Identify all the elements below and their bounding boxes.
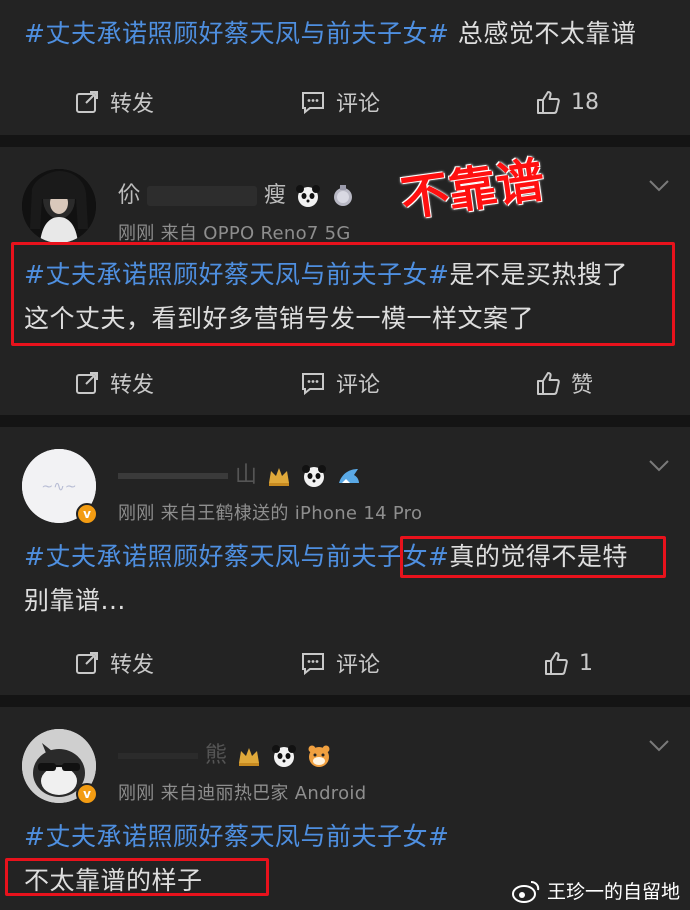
post-separator bbox=[0, 135, 690, 147]
chevron-down-icon[interactable] bbox=[648, 179, 670, 193]
post-0-actions: 转发 评论 18 bbox=[0, 82, 690, 122]
crown-badge-icon bbox=[239, 748, 260, 766]
post-2-actions: 转发 评论 1 bbox=[0, 643, 690, 683]
weibo-logo-icon bbox=[511, 880, 540, 903]
panda-badge-icon bbox=[296, 185, 321, 207]
comment-icon bbox=[302, 653, 324, 676]
post-separator bbox=[0, 695, 690, 707]
watermark-text: 王珍一的自留地 bbox=[546, 881, 680, 903]
post-0-body: 总感觉不太靠谱 bbox=[449, 19, 637, 48]
like-label: 赞 bbox=[571, 373, 594, 398]
post-1-actions: 转发 评论 赞 bbox=[0, 363, 690, 403]
post-3-header: v 熊 刚刚 来自迪丽热巴家 Android bbox=[0, 727, 690, 817]
like-count: 1 bbox=[579, 650, 593, 676]
repost-label: 转发 bbox=[110, 653, 155, 678]
thumbs-up-icon bbox=[545, 652, 568, 675]
repost-label: 转发 bbox=[110, 373, 155, 398]
comment-icon bbox=[302, 373, 324, 396]
highlight-box bbox=[11, 242, 675, 346]
shark-badge-icon bbox=[339, 469, 360, 483]
repost-icon bbox=[76, 372, 98, 394]
post-2-body-line2: 别靠谱... bbox=[24, 586, 126, 615]
like-button[interactable]: 18 bbox=[535, 82, 599, 122]
verified-badge-icon: v bbox=[76, 503, 98, 525]
post-2-header: ~∿~ v 山 刚刚 来自王鹤棣送的 iPhone 14 Pro bbox=[0, 447, 690, 537]
medal-badge-icon bbox=[334, 185, 353, 206]
highlight-box bbox=[5, 858, 269, 896]
comment-label: 评论 bbox=[336, 653, 381, 678]
repost-button[interactable]: 转发 bbox=[74, 643, 154, 683]
comment-button[interactable]: 评论 bbox=[300, 82, 380, 122]
comment-icon bbox=[302, 92, 324, 115]
post-0: #丈夫承诺照顾好蔡天凤与前夫子女# 总感觉不太靠谱 转发 评论 18 bbox=[0, 0, 690, 135]
highlight-box bbox=[400, 536, 666, 578]
post-2-hashtag[interactable]: #丈夫承诺照顾好蔡天凤与前夫子女# bbox=[24, 542, 449, 571]
verified-badge-icon: v bbox=[76, 783, 98, 805]
username[interactable]: 伱 瘦 bbox=[118, 177, 356, 209]
username-redacted bbox=[118, 753, 198, 759]
thumbs-up-icon bbox=[537, 372, 560, 395]
like-button[interactable]: 1 bbox=[543, 643, 593, 683]
crown-badge-icon bbox=[269, 468, 290, 486]
username[interactable]: 山 bbox=[118, 457, 362, 489]
post-3-hashtag[interactable]: #丈夫承诺照顾好蔡天凤与前夫子女# bbox=[24, 822, 449, 851]
username-redacted bbox=[147, 186, 258, 206]
comment-button[interactable]: 评论 bbox=[300, 643, 380, 683]
post-0-text: #丈夫承诺照顾好蔡天凤与前夫子女# 总感觉不太靠谱 bbox=[24, 12, 664, 56]
repost-button[interactable]: 转发 bbox=[74, 82, 154, 122]
post-0-hashtag[interactable]: #丈夫承诺照顾好蔡天凤与前夫子女# bbox=[24, 19, 449, 48]
panda-badge-icon bbox=[272, 745, 297, 767]
repost-label: 转发 bbox=[110, 92, 155, 117]
chevron-down-icon[interactable] bbox=[648, 739, 670, 753]
like-button[interactable]: 赞 bbox=[535, 363, 593, 403]
chevron-down-icon[interactable] bbox=[648, 459, 670, 473]
watermark: 王珍一的自留地 bbox=[511, 877, 680, 904]
comment-label: 评论 bbox=[336, 92, 381, 117]
username[interactable]: 熊 bbox=[118, 737, 332, 769]
post-meta: 刚刚 来自迪丽热巴家 Android bbox=[118, 783, 367, 804]
comment-button[interactable]: 评论 bbox=[300, 363, 380, 403]
svg-text:~∿~: ~∿~ bbox=[41, 479, 76, 495]
username-part: 瘦 bbox=[264, 183, 287, 208]
tiger-badge-icon bbox=[308, 745, 330, 767]
post-meta: 刚刚 来自王鹤棣送的 iPhone 14 Pro bbox=[118, 503, 423, 524]
username-part: 熊 bbox=[205, 743, 228, 768]
username-part: 伱 bbox=[118, 183, 141, 208]
post-separator bbox=[0, 415, 690, 427]
repost-icon bbox=[76, 91, 98, 113]
repost-button[interactable]: 转发 bbox=[74, 363, 154, 403]
like-count: 18 bbox=[571, 89, 599, 115]
comment-label: 评论 bbox=[336, 373, 381, 398]
repost-icon bbox=[76, 652, 98, 674]
avatar[interactable] bbox=[22, 169, 96, 243]
panda-badge-icon bbox=[302, 465, 327, 487]
username-part: 山 bbox=[235, 463, 258, 488]
thumbs-up-icon bbox=[537, 91, 560, 114]
username-redacted bbox=[118, 473, 228, 479]
